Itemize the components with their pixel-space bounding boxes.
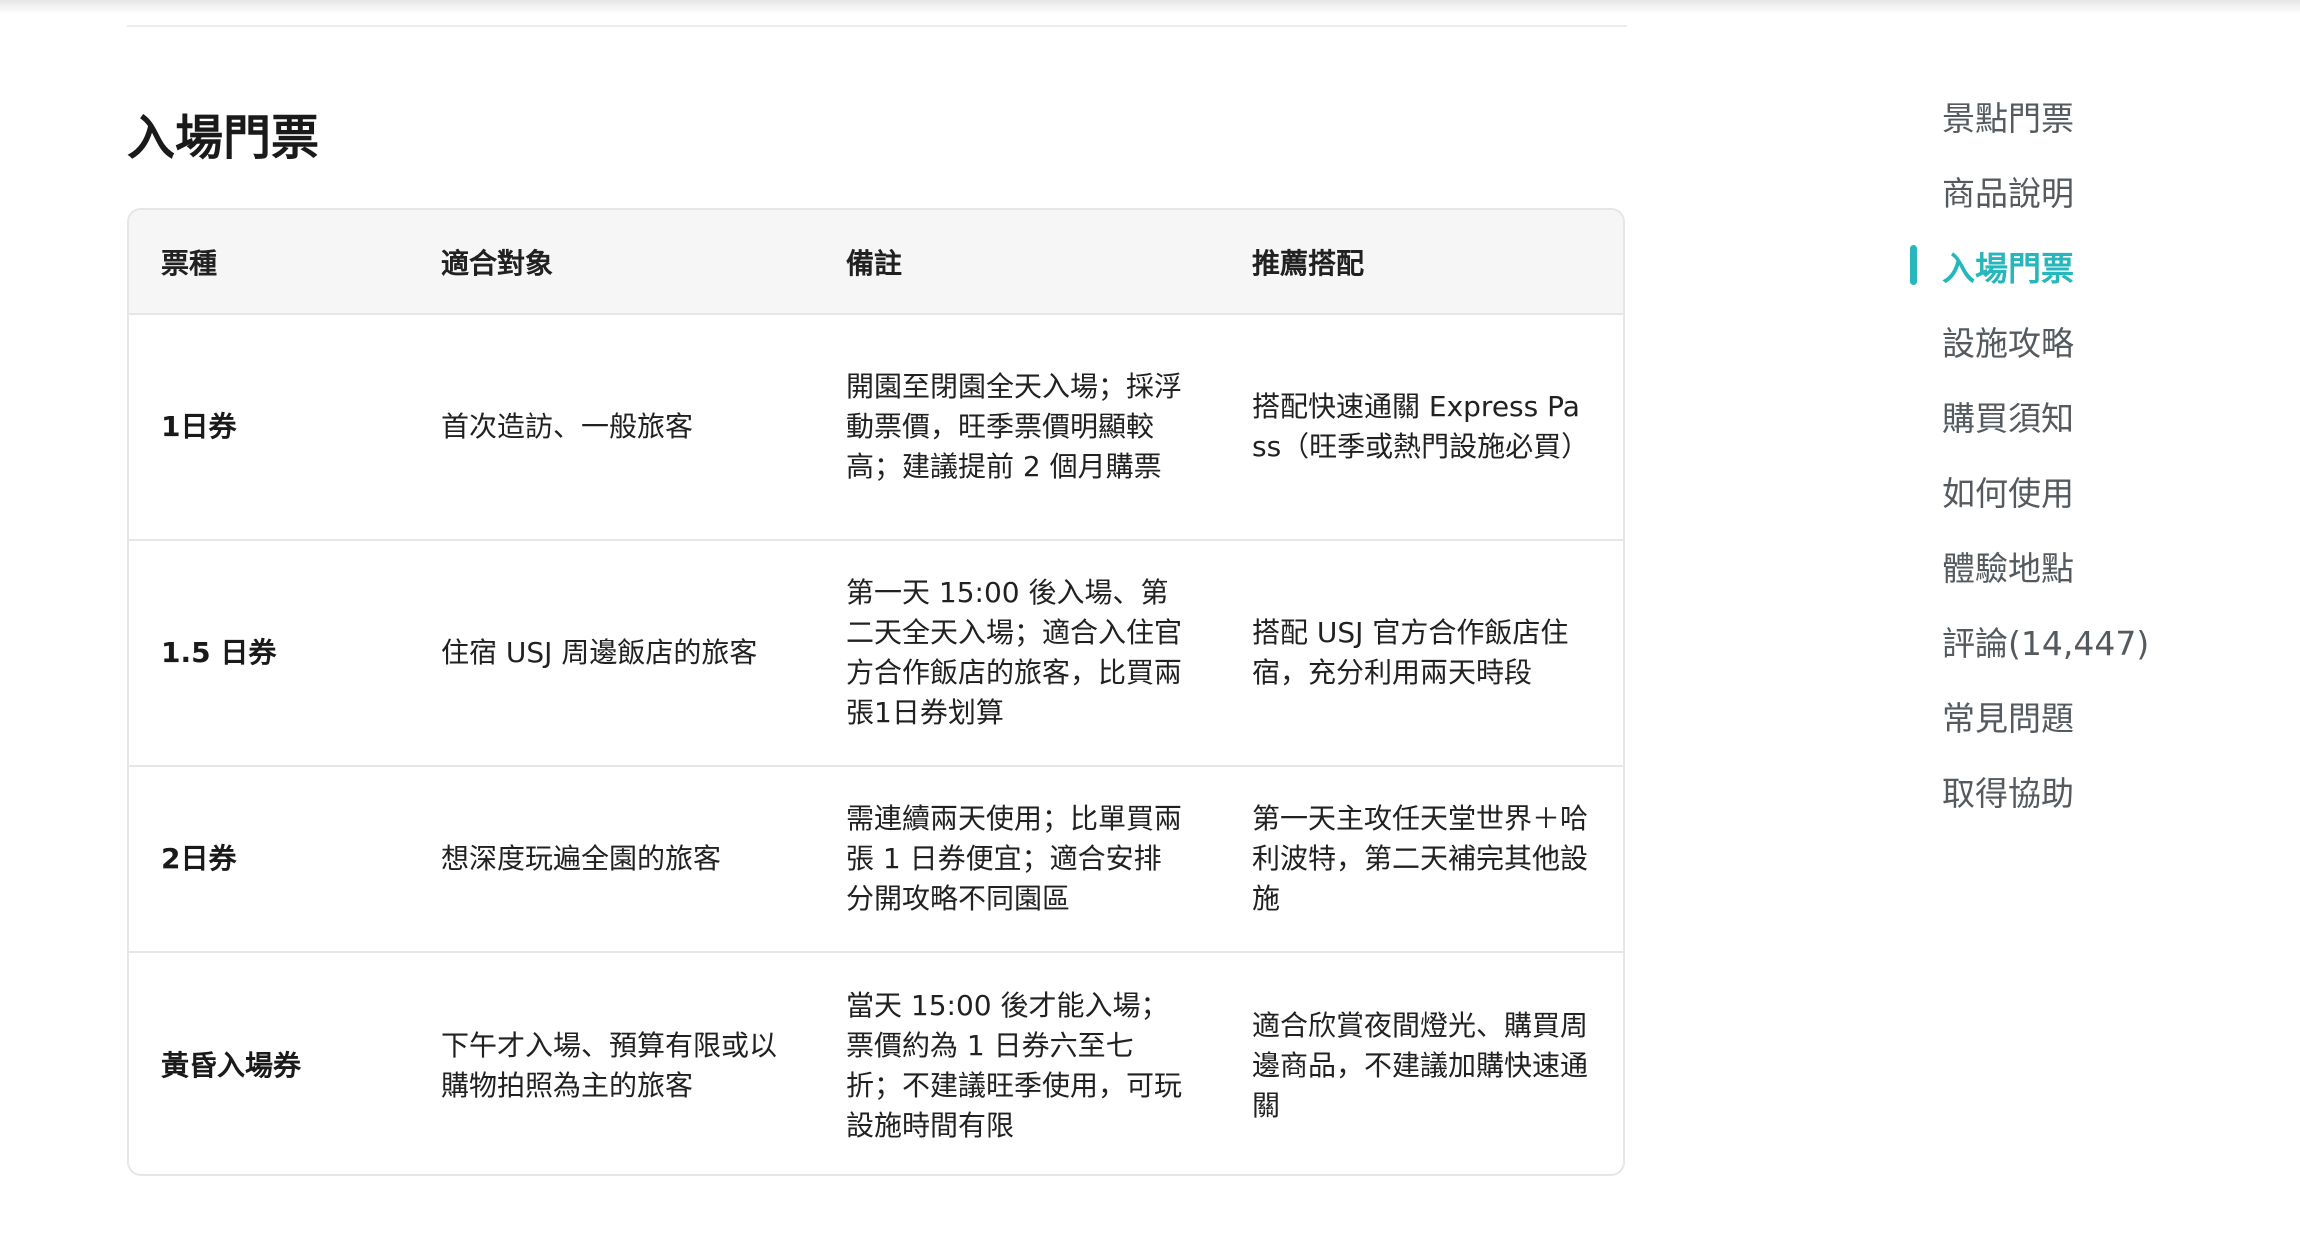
ticket-table: 票種 適合對象 備註 推薦搭配 1日券 首次造訪、一般旅客 開園至閉園全天入場；…	[127, 208, 1625, 1176]
toc-item-purchase-notes[interactable]: 購買須知	[1910, 378, 2210, 453]
table-row: 1日券 首次造訪、一般旅客 開園至閉園全天入場；採浮動票價，旺季票價明顯較高；建…	[129, 314, 1623, 540]
toc-item-facility-guide[interactable]: 設施攻略	[1910, 303, 2210, 378]
cell-recommend: 搭配快速通關 Express Pass（旺季或熱門設施必買）	[1252, 390, 1590, 463]
header-note: 備註	[814, 210, 1220, 315]
cell-note: 第一天 15:00 後入場、第二天全天入場；適合入住官方合作飯店的旅客，比買兩張…	[846, 576, 1183, 729]
table-row: 2日券 想深度玩遍全園的旅客 需連續兩天使用；比單買兩張 1 日券便宜；適合安排…	[129, 766, 1623, 952]
header-ticket-type: 票種	[129, 210, 409, 315]
cell-recommend: 適合欣賞夜間燈光、購買周邊商品，不建議加購快速通關	[1252, 1008, 1589, 1122]
top-shadow	[0, 0, 2300, 14]
cell-ticket-type: 2日券	[161, 842, 237, 875]
ticket-table-grid: 票種 適合對象 備註 推薦搭配 1日券 首次造訪、一般旅客 開園至閉園全天入場；…	[129, 210, 1623, 1174]
cell-audience: 想深度玩遍全園的旅客	[441, 842, 722, 875]
toc-item-location[interactable]: 體驗地點	[1910, 528, 2210, 603]
toc-item-get-help[interactable]: 取得協助	[1910, 753, 2210, 828]
cell-recommend: 搭配 USJ 官方合作飯店住宿，充分利用兩天時段	[1252, 616, 1569, 689]
toc-item-admission-tickets[interactable]: 入場門票	[1910, 228, 2210, 303]
toc-item-how-to-use[interactable]: 如何使用	[1910, 453, 2210, 528]
cell-ticket-type: 黃昏入場券	[161, 1048, 302, 1082]
cell-note: 開園至閉園全天入場；採浮動票價，旺季票價明顯較高；建議提前 2 個月購票	[846, 370, 1183, 483]
table-row: 1.5 日券 住宿 USJ 周邊飯店的旅客 第一天 15:00 後入場、第二天全…	[129, 540, 1623, 766]
cell-ticket-type: 1.5 日券	[161, 636, 277, 669]
cell-audience: 下午才入場、預算有限或以購物拍照為主的旅客	[441, 1028, 778, 1102]
table-of-contents: 景點門票 商品說明 入場門票 設施攻略 購買須知 如何使用 體驗地點 評論(14…	[1910, 78, 2210, 828]
toc-item-attraction-tickets[interactable]: 景點門票	[1910, 78, 2210, 153]
table-row: 黃昏入場券 下午才入場、預算有限或以購物拍照為主的旅客 當天 15:00 後才能…	[129, 952, 1623, 1174]
header-audience: 適合對象	[409, 210, 814, 315]
table-header-row: 票種 適合對象 備註 推薦搭配	[129, 210, 1623, 315]
cell-audience: 住宿 USJ 周邊飯店的旅客	[441, 636, 758, 669]
cell-recommend: 第一天主攻任天堂世界＋哈利波特，第二天補完其他設施	[1252, 802, 1589, 915]
page: 入場門票 票種 適合對象 備註 推薦搭配 1日券 首次造訪、一般旅客 開園至閉園…	[0, 0, 2300, 1246]
section-title: 入場門票	[127, 110, 320, 166]
toc-item-faq[interactable]: 常見問題	[1910, 678, 2210, 753]
section-divider	[127, 25, 1627, 27]
cell-note: 需連續兩天使用；比單買兩張 1 日券便宜；適合安排分開攻略不同園區	[846, 802, 1183, 915]
header-recommend: 推薦搭配	[1220, 210, 1623, 315]
toc-item-product-description[interactable]: 商品說明	[1910, 153, 2210, 228]
cell-note: 當天 15:00 後才能入場；票價約為 1 日券六至七折；不建議旺季使用，可玩設…	[846, 988, 1183, 1142]
toc-item-reviews[interactable]: 評論(14,447)	[1910, 603, 2210, 678]
cell-ticket-type: 1日券	[161, 410, 237, 443]
cell-audience: 首次造訪、一般旅客	[441, 410, 694, 443]
